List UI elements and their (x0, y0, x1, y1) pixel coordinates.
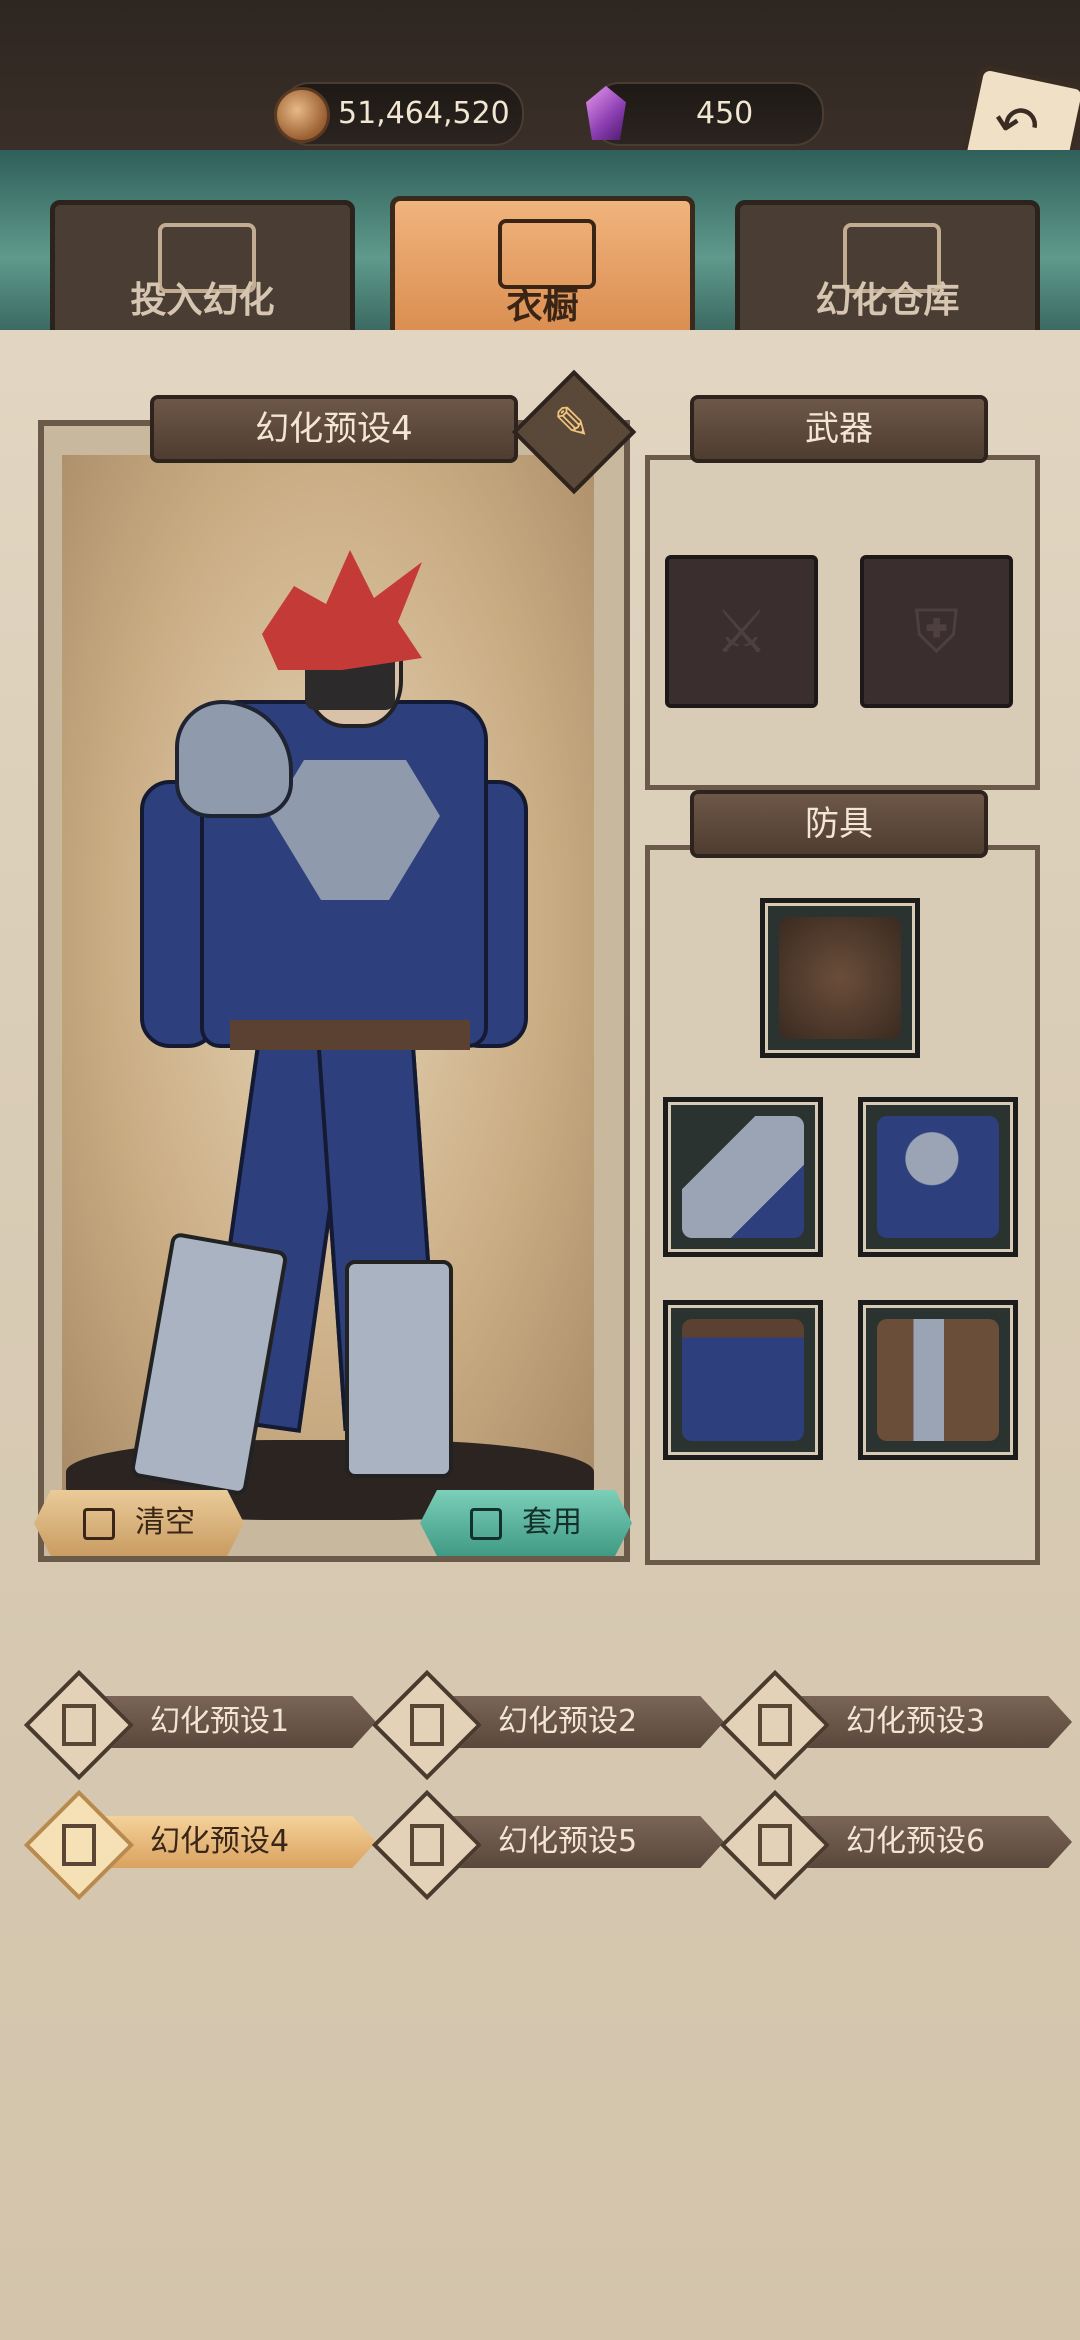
preset-label: 幻化预设5 (498, 1824, 638, 1859)
preset-label: 幻化预设6 (846, 1824, 986, 1859)
tab-label: 幻化仓库 (815, 280, 960, 321)
preset-label: 幻化预设3 (846, 1704, 986, 1739)
top-bar (0, 0, 1080, 150)
pants-item (682, 1319, 804, 1441)
chest-armor-item (877, 1116, 999, 1238)
boots-item (877, 1319, 999, 1441)
preset-button-2[interactable]: 幻化预设2 (371, 1669, 728, 1781)
coin-counter: 51,464,520 (274, 82, 524, 146)
armor-item-bracer[interactable] (663, 1097, 823, 1257)
preset-button-5[interactable]: 幻化预设5 (371, 1789, 728, 1901)
armor-title: 防具 (690, 790, 988, 858)
gem-counter: 450 (586, 82, 824, 146)
character-boot-right (345, 1260, 453, 1478)
armor-item-boots[interactable] (858, 1300, 1018, 1460)
tab-invest-transmog[interactable]: 投入幻化 (50, 200, 355, 340)
preset-button-1[interactable]: 幻化预设1 (23, 1669, 380, 1781)
bracer-item (682, 1116, 804, 1238)
coin-icon (274, 87, 330, 143)
tab-transmog-storage[interactable]: 幻化仓库 (735, 200, 1040, 340)
tab-label: 衣橱 (506, 286, 579, 327)
preset-button-3[interactable]: 幻化预设3 (719, 1669, 1076, 1781)
preset-button-4[interactable]: 幻化预设4 (23, 1789, 380, 1901)
character-belt (230, 1020, 470, 1050)
gem-value: 450 (696, 96, 754, 131)
weapon-slot-offhand[interactable]: ⛨ (860, 555, 1013, 708)
trash-icon (83, 1507, 115, 1540)
preset-title: 幻化预设4 (150, 395, 518, 463)
shield-slot-icon: ⛨ (914, 596, 959, 667)
preset-label: 幻化预设2 (498, 1704, 638, 1739)
armor-item-mask[interactable] (760, 898, 920, 1058)
tab-wardrobe[interactable]: 衣橱 (390, 196, 695, 346)
weapon-slot-main[interactable]: ⚔ (665, 555, 818, 708)
clear-button[interactable]: 清空 (34, 1490, 244, 1556)
armor-item-chest[interactable] (858, 1097, 1018, 1257)
helmet-mask-item (779, 917, 901, 1039)
clear-label: 清空 (135, 1505, 195, 1540)
preset-label: 幻化预设1 (150, 1704, 290, 1739)
weapons-title: 武器 (690, 395, 988, 463)
preset-label: 幻化预设4 (150, 1824, 290, 1859)
tab-label: 投入幻化 (130, 280, 275, 321)
quill-icon: ✎ (553, 397, 591, 449)
apply-button[interactable]: 套用 (420, 1490, 632, 1556)
apply-label: 套用 (522, 1505, 582, 1540)
crown-icon (470, 1507, 502, 1540)
sword-slot-icon: ⚔ (714, 596, 769, 667)
preset-button-6[interactable]: 幻化预设6 (719, 1789, 1076, 1901)
armor-item-pants[interactable] (663, 1300, 823, 1460)
coin-value: 51,464,520 (338, 96, 510, 131)
